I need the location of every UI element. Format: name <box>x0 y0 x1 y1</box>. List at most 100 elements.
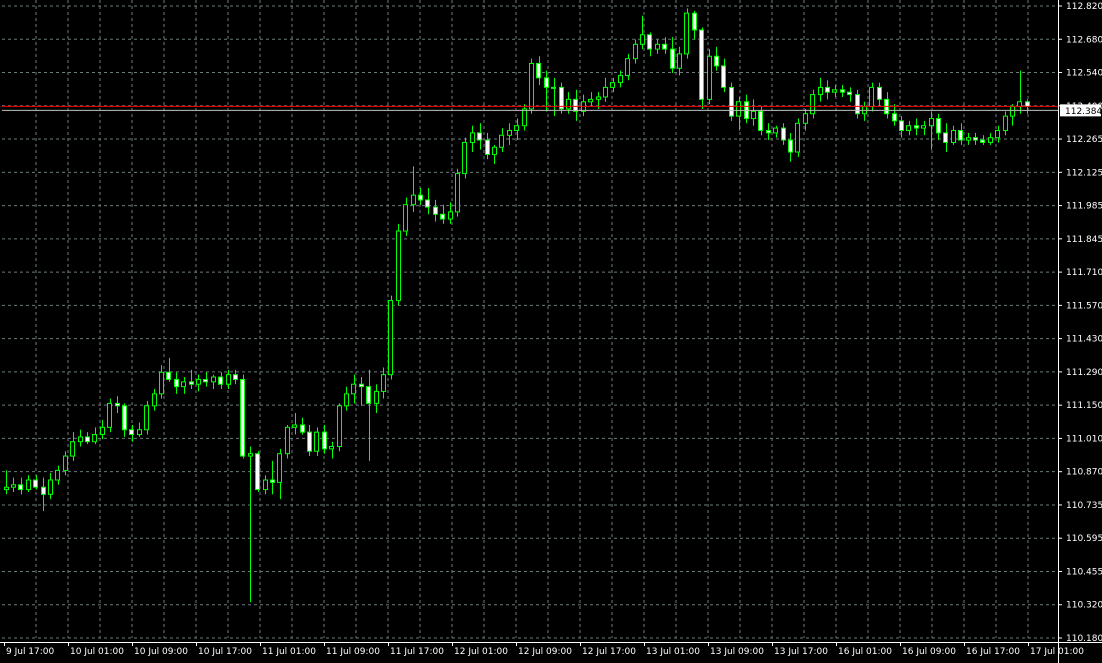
candle-body <box>573 98 578 112</box>
candle-body <box>78 436 83 443</box>
candle-body <box>980 139 985 143</box>
candle-body <box>596 96 601 100</box>
candle-body <box>729 86 734 117</box>
x-tick-label: 16 Jul 01:00 <box>838 647 892 657</box>
candle-body <box>174 378 179 388</box>
y-tick-label: 110.180 <box>1066 634 1102 644</box>
y-tick-label: 110.595 <box>1066 534 1102 544</box>
candle-body <box>107 402 112 428</box>
candle-body <box>41 486 46 495</box>
candle-body <box>766 129 771 134</box>
candle-body <box>485 139 490 155</box>
candlestick-chart[interactable]: 112.820112.680112.540112.400112.265112.1… <box>0 0 1102 663</box>
candle-body <box>499 134 504 148</box>
candle-body <box>714 55 719 67</box>
candle-body <box>1003 115 1008 131</box>
candle-body <box>958 129 963 141</box>
candle-body <box>211 376 216 383</box>
candle-body <box>758 110 763 131</box>
candle-body <box>425 199 430 208</box>
x-tick-label: 12 Jul 01:00 <box>454 647 508 657</box>
y-tick-label: 111.570 <box>1066 301 1102 311</box>
candle-body <box>721 65 726 88</box>
candle-body <box>840 89 845 93</box>
candle-body <box>366 386 371 404</box>
candle-body <box>166 371 171 380</box>
candle-body <box>803 113 808 124</box>
y-tick-label: 111.985 <box>1066 202 1102 212</box>
x-tick-label: 16 Jul 09:00 <box>902 647 956 657</box>
candle-body <box>869 86 874 108</box>
candle-body <box>351 383 356 395</box>
candle-body <box>914 125 919 129</box>
candle-body <box>892 113 897 122</box>
candle-body <box>263 479 268 491</box>
x-tick-label: 16 Jul 17:00 <box>966 647 1020 657</box>
candle-body <box>18 484 23 491</box>
candle-body <box>233 374 238 380</box>
candle-body <box>655 43 660 50</box>
candle-body <box>70 441 75 457</box>
candle-body <box>588 98 593 103</box>
x-tick-label: 10 Jul 01:00 <box>70 647 124 657</box>
x-tick-label: 12 Jul 17:00 <box>582 647 636 657</box>
candle-body <box>270 479 275 483</box>
y-tick-label: 111.290 <box>1066 368 1102 378</box>
candle-body <box>159 371 164 395</box>
y-tick-label: 112.820 <box>1066 2 1102 12</box>
candle-body <box>137 429 142 436</box>
candle-body <box>433 206 438 215</box>
candle-body <box>100 426 105 436</box>
candle-body <box>825 86 830 93</box>
y-tick-label: 110.455 <box>1066 567 1102 577</box>
candle-body <box>462 141 467 175</box>
candle-body <box>255 453 260 491</box>
y-tick-label: 111.150 <box>1066 401 1102 411</box>
candle-body <box>566 98 571 110</box>
candle-body <box>418 194 423 201</box>
x-tick-label: 11 Jul 01:00 <box>262 647 316 657</box>
candle-body <box>559 86 564 110</box>
candle-body <box>381 374 386 392</box>
candle-body <box>988 137 993 143</box>
candle-body <box>536 62 541 79</box>
candle-body <box>196 378 201 385</box>
y-tick-label: 112.540 <box>1066 69 1102 79</box>
candle-body <box>226 374 231 385</box>
candle-body <box>684 12 689 55</box>
candle-body <box>995 129 1000 139</box>
candle-body <box>344 393 349 407</box>
candle-body <box>936 118 941 134</box>
candle-body <box>625 58 630 76</box>
candle-body <box>337 405 342 447</box>
x-tick-label: 17 Jul 01:00 <box>1030 647 1084 657</box>
candle-body <box>751 110 756 120</box>
candle-body <box>440 213 445 220</box>
chart-window[interactable]: 112.820112.680112.540112.400112.265112.1… <box>0 0 1102 663</box>
candle-body <box>943 132 948 143</box>
x-tick-label: 13 Jul 01:00 <box>646 647 700 657</box>
candle-body <box>11 484 16 488</box>
candle-body <box>847 91 852 96</box>
candle-body <box>33 479 38 488</box>
candle-body <box>818 86 823 96</box>
candle-body <box>899 120 904 131</box>
candle-body <box>92 434 97 443</box>
candle-body <box>322 431 327 450</box>
candle-body <box>522 108 527 127</box>
candle-body <box>544 77 549 88</box>
x-tick-label: 11 Jul 09:00 <box>326 647 380 657</box>
candle-body <box>677 53 682 69</box>
y-tick-label: 110.870 <box>1066 468 1102 478</box>
x-tick-label: 12 Jul 09:00 <box>518 647 572 657</box>
candle-body <box>514 125 519 131</box>
candle-body <box>618 74 623 84</box>
candle-body <box>603 86 608 98</box>
candle-body <box>455 173 460 213</box>
candle-body <box>189 381 194 385</box>
y-tick-label: 111.845 <box>1066 235 1102 245</box>
candle-body <box>921 125 926 129</box>
candle-body <box>966 137 971 141</box>
candle-body <box>85 436 90 443</box>
candle-body <box>470 132 475 143</box>
